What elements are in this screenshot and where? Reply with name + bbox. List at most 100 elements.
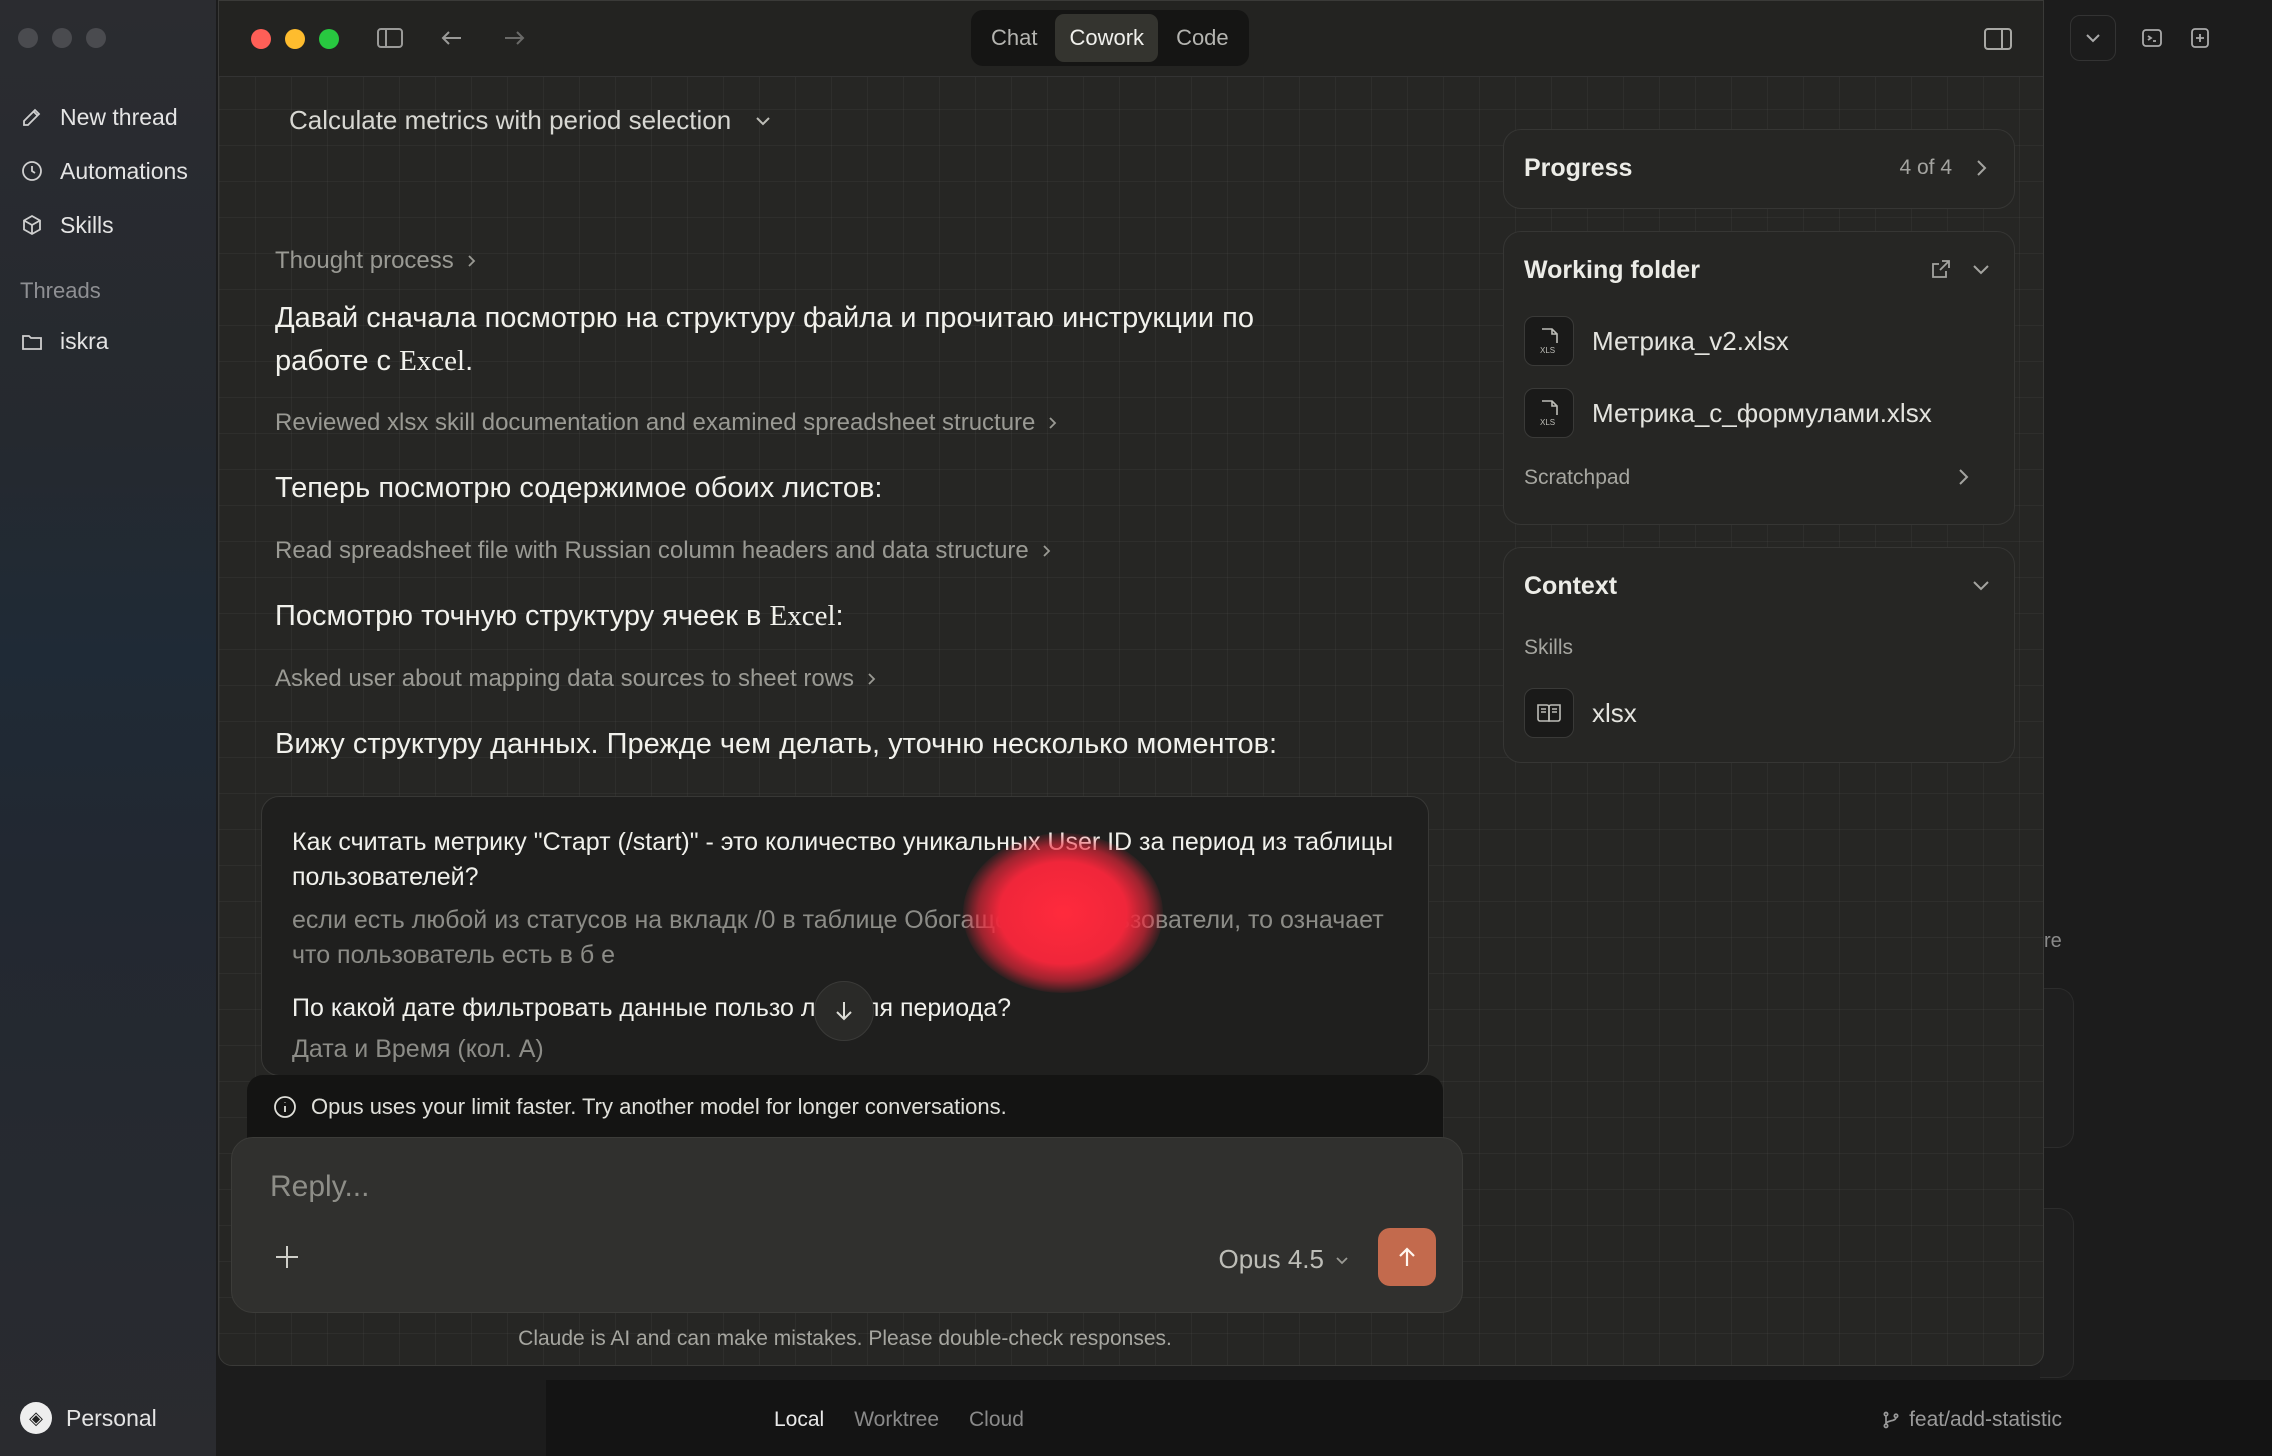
- reply-composer: Reply... Opus 4.5: [231, 1137, 1463, 1313]
- model-selector[interactable]: Opus 4.5: [1218, 1244, 1350, 1275]
- zoom-window-button[interactable]: [319, 29, 339, 49]
- chevron-down-icon[interactable]: [1970, 258, 1992, 280]
- open-external-icon[interactable]: [1930, 258, 1952, 280]
- avatar: ◈: [20, 1402, 52, 1434]
- assistant-text: Вижу структуру данных. Прежде чем делать…: [275, 728, 1278, 760]
- send-button[interactable]: [1378, 1228, 1436, 1286]
- background-window-controls: [18, 28, 106, 48]
- svg-text:XLS: XLS: [1540, 418, 1555, 427]
- book-icon: [1524, 688, 1574, 738]
- compose-icon: [23, 108, 41, 126]
- background-toolbar: [2070, 14, 2272, 62]
- reply-input[interactable]: Reply...: [270, 1170, 369, 1204]
- thread-label: iskra: [60, 328, 109, 354]
- terminal-icon[interactable]: [2140, 26, 2164, 50]
- tab-chat[interactable]: Chat: [977, 14, 1051, 62]
- account-switcher[interactable]: ◈ Personal: [20, 1402, 157, 1434]
- usage-notice: Opus uses your limit faster. Try another…: [247, 1075, 1443, 1139]
- xls-file-icon: XLS: [1524, 388, 1574, 438]
- sidebar-item-automations[interactable]: Automations: [20, 144, 188, 198]
- sidebar-toggle-icon[interactable]: [375, 23, 405, 58]
- background-bottom-bar: Local Worktree Cloud feat/add-statistic: [546, 1380, 2272, 1456]
- working-folder-title: Working folder: [1524, 256, 1700, 284]
- tab-local[interactable]: Local: [774, 1408, 824, 1432]
- chevron-right-icon: [1049, 417, 1057, 429]
- context-title: Context: [1524, 572, 1618, 600]
- thought-process-toggle[interactable]: Thought process: [275, 247, 478, 275]
- arrow-up-icon: [1399, 1247, 1415, 1266]
- step-label: Asked user about mapping data sources to…: [275, 665, 854, 692]
- xls-file-icon: XLS: [1524, 316, 1574, 366]
- progress-card[interactable]: Progress 4 of 4: [1503, 129, 2015, 209]
- step-label: Thought process: [275, 247, 454, 274]
- chevron-down-icon[interactable]: [2070, 15, 2116, 61]
- chevron-down-icon: [756, 116, 770, 125]
- minimize-window-button[interactable]: [285, 29, 305, 49]
- clock-icon: [22, 161, 42, 181]
- scratchpad-link[interactable]: Scratchpad: [1524, 466, 1630, 490]
- scroll-to-bottom-button[interactable]: [814, 981, 874, 1041]
- redaction-blot: [963, 833, 1163, 993]
- threads-heading: Threads: [20, 278, 101, 303]
- branch-name: feat/add-statistic: [1909, 1408, 2062, 1431]
- conversation-title-dropdown[interactable]: Calculate metrics with period selection: [289, 105, 773, 136]
- chevron-right-icon[interactable]: [1952, 466, 1974, 488]
- back-arrow-icon[interactable]: [437, 23, 467, 58]
- cube-icon: [23, 214, 41, 236]
- sidebar-item-label: Skills: [60, 211, 114, 238]
- chevron-right-icon: [868, 673, 876, 685]
- folder-icon: [22, 334, 42, 350]
- progress-title: Progress: [1524, 154, 1633, 182]
- file-item[interactable]: XLS Метрика_v2.xlsx: [1524, 316, 1789, 366]
- sidebar-item-skills[interactable]: Skills: [20, 198, 188, 252]
- tab-worktree[interactable]: Worktree: [854, 1408, 939, 1432]
- model-name: Opus 4.5: [1218, 1244, 1324, 1274]
- context-card: Context Skills xlsx: [1503, 547, 2015, 763]
- close-window-button[interactable]: [251, 29, 271, 49]
- file-name: Метрика_с_формулами.xlsx: [1592, 397, 1932, 428]
- step-label: Read spreadsheet file with Russian colum…: [275, 537, 1029, 564]
- mode-switcher: Chat Cowork Code: [971, 10, 1249, 66]
- forward-arrow-icon[interactable]: [499, 23, 529, 58]
- progress-status: 4 of 4: [1899, 156, 1952, 179]
- plus-icon: [276, 1246, 298, 1268]
- disclaimer-text: Claude is AI and can make mistakes. Plea…: [518, 1327, 1172, 1350]
- sidebar-item-label: Automations: [60, 157, 188, 184]
- answer-text: если есть любой из статусов на вкладк /0…: [292, 906, 1384, 969]
- background-card: [2040, 1208, 2074, 1378]
- notice-text: Opus uses your limit faster. Try another…: [311, 1094, 1007, 1119]
- info-icon: [274, 1096, 296, 1118]
- add-attachment-button[interactable]: [272, 1242, 302, 1277]
- assistant-text: Давай сначала посмотрю на структуру файл…: [275, 302, 1254, 377]
- right-panel-toggle-icon[interactable]: [1983, 25, 2013, 58]
- skill-name: xlsx: [1592, 697, 1637, 728]
- step-read-spreadsheet[interactable]: Read spreadsheet file with Russian colum…: [275, 537, 1053, 565]
- title-bar: Chat Cowork Code: [219, 1, 2043, 77]
- background-partial-text: re: [2044, 930, 2062, 952]
- step-asked-user[interactable]: Asked user about mapping data sources to…: [275, 665, 878, 693]
- thread-item-iskra[interactable]: iskra: [20, 328, 109, 355]
- sidebar-item-label: New thread: [60, 103, 178, 130]
- conversation-title: Calculate metrics with period selection: [289, 105, 732, 135]
- sidebar-item-new-thread[interactable]: New thread: [20, 90, 188, 144]
- tab-cowork[interactable]: Cowork: [1055, 14, 1159, 62]
- chevron-down-icon[interactable]: [1970, 574, 1992, 596]
- cowork-window: Chat Cowork Code Calculate metrics with …: [218, 0, 2044, 1366]
- branch-selector[interactable]: feat/add-statistic: [1881, 1408, 2062, 1432]
- working-folder-card: Working folder XLS Метрика_v2.xlsx XLS М…: [1503, 231, 2015, 525]
- chevron-right-icon: [1977, 160, 1987, 176]
- tab-code[interactable]: Code: [1162, 14, 1243, 62]
- window-controls: [251, 29, 339, 49]
- new-window-icon[interactable]: [2188, 26, 2212, 50]
- account-name: Personal: [66, 1404, 157, 1431]
- assistant-text: Посмотрю точную структуру ячеек в Excel:: [275, 600, 844, 632]
- background-card: [2040, 988, 2074, 1148]
- step-reviewed-docs[interactable]: Reviewed xlsx skill documentation and ex…: [275, 409, 1059, 437]
- skills-label: Skills: [1524, 636, 1574, 659]
- chevron-right-icon: [1043, 545, 1051, 557]
- file-name: Метрика_v2.xlsx: [1592, 325, 1789, 356]
- skill-item[interactable]: xlsx: [1524, 688, 1637, 738]
- file-item[interactable]: XLS Метрика_с_формулами.xlsx: [1524, 388, 1932, 438]
- tab-cloud[interactable]: Cloud: [969, 1408, 1024, 1432]
- step-label: Reviewed xlsx skill documentation and ex…: [275, 409, 1036, 436]
